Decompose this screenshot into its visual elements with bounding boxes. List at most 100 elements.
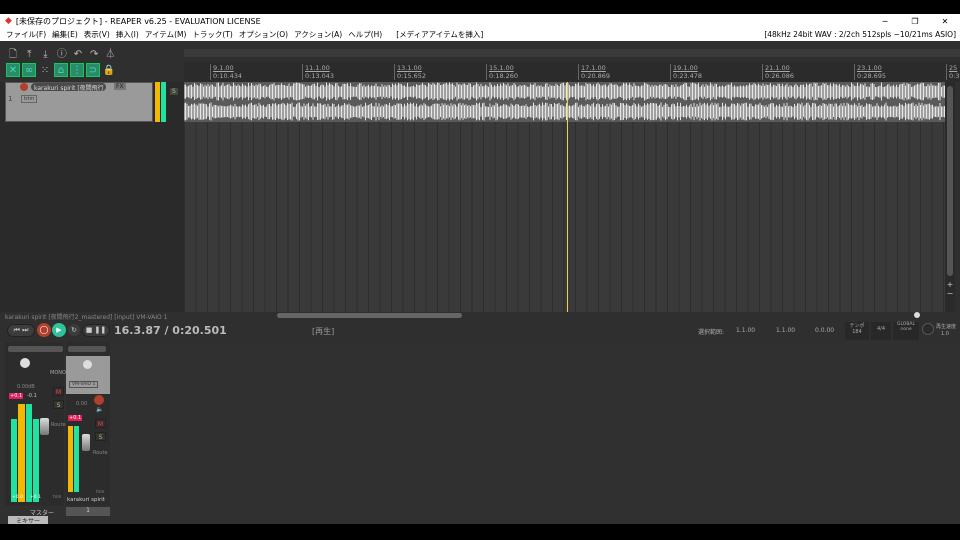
timeline-ruler[interactable]: 9.1.00 0:10.434 11.1.00 0:13.043 13.1.00 0:15…: [184, 62, 960, 82]
menu-help[interactable]: ヘルプ(H): [348, 29, 382, 40]
pan-knob[interactable]: [20, 358, 30, 368]
menu-file[interactable]: ファイル(F): [6, 29, 46, 40]
track-record-arm[interactable]: [94, 395, 104, 405]
close-button[interactable]: ✕: [930, 17, 960, 26]
envelope-points-icon[interactable]: ⌂: [54, 63, 68, 77]
track-solo-button[interactable]: S: [170, 88, 178, 95]
mono-label[interactable]: MONO: [50, 370, 66, 376]
menu-options[interactable]: オプション(O): [239, 29, 288, 40]
window-title: [未保存のプロジェクト] - REAPER v6.25 - EVALUATION…: [15, 16, 261, 26]
track-fx-button[interactable]: FX: [114, 83, 126, 90]
play-state: [再生]: [312, 327, 335, 336]
ruler-marker: 25 0:3: [946, 64, 959, 80]
zoom-in-icon[interactable]: +: [945, 280, 955, 289]
undo-icon[interactable]: ↶: [71, 47, 85, 61]
arrange-view[interactable]: [184, 82, 945, 312]
timeline-top-bar: [184, 49, 960, 57]
redo-icon[interactable]: ↷: [87, 47, 101, 61]
master-bottom-left: +0.0: [12, 495, 23, 500]
track-fader[interactable]: [82, 434, 90, 451]
trim-button[interactable]: trim: [21, 95, 38, 103]
tempo-value: 184: [852, 329, 862, 335]
ruler-marker: 23.1.00 0:28.695: [854, 64, 886, 80]
track-panel: 1 karakuri spirit [夜間飛行_ FX trim S: [0, 82, 184, 312]
menu-track[interactable]: トラック(T): [192, 29, 232, 40]
ripple-edit-icon[interactable]: ✕: [6, 63, 20, 77]
menu-item[interactable]: アイテム(M): [145, 29, 187, 40]
track-mute-button[interactable]: M: [95, 419, 106, 428]
save-project-icon[interactable]: ⤓: [38, 47, 52, 61]
master-peak-left: +0.1: [9, 393, 24, 399]
track-strip: VM-VAIO 1 0.00 +0.1 🔈 M S Route trim kar…: [66, 342, 110, 506]
master-volume-db: 0.00dB: [17, 384, 35, 390]
track-pan-knob[interactable]: [83, 360, 92, 369]
audio-status[interactable]: [48kHz 24bit WAV : 2/2ch 512spls ~10/21m…: [764, 30, 956, 39]
minimize-button[interactable]: ─: [870, 17, 900, 26]
tempo-label: テンポ: [849, 323, 865, 329]
grid-icon[interactable]: ⁙: [38, 63, 52, 77]
go-to-start-button[interactable]: ⏮ ⏭: [7, 324, 35, 337]
title-bar: ◆ [未保存のプロジェクト] - REAPER v6.25 - EVALUATI…: [0, 14, 960, 28]
playhead-cursor[interactable]: [566, 82, 568, 312]
reaper-logo-icon: ◆: [5, 16, 12, 26]
master-fx-bar[interactable]: [8, 346, 63, 352]
track-meter: [155, 82, 167, 122]
time-display[interactable]: 16.3.87 / 0:20.501: [114, 324, 227, 337]
ruler-marker: 13.1.00 0:15.652: [394, 64, 426, 80]
time-signature[interactable]: 4/4: [871, 322, 891, 340]
menu-actions[interactable]: アクション(A): [294, 29, 342, 40]
ruler-marker: 19.1.00 0:23.478: [670, 64, 702, 80]
menu-insert-media[interactable]: [メディアアイテムを挿入]: [396, 29, 483, 40]
track-mixer-name[interactable]: karakuri spirit: [67, 497, 105, 503]
master-fader[interactable]: [40, 418, 49, 435]
ruler-marker: 17.1.00 0:20.869: [578, 64, 610, 80]
project-settings-icon[interactable]: ⓘ: [55, 45, 69, 60]
stop-pause-button[interactable]: ■ ❚❚: [82, 324, 110, 337]
scroll-right-arrow[interactable]: [914, 312, 920, 318]
tempo-box[interactable]: テンポ 184: [845, 322, 869, 340]
loop-icon[interactable]: ⊃: [86, 63, 100, 77]
master-route-label[interactable]: Route: [51, 422, 66, 428]
ruler-marker: 9.1.00 0:10.434: [210, 64, 242, 80]
transport-bar: ⏮ ⏭ ◯ ▶ ↻ ■ ❚❚ 16.3.87 / 0:20.501 [再生] 選…: [0, 322, 960, 340]
snap-icon[interactable]: ⋮: [70, 63, 84, 77]
repeat-button[interactable]: ↻: [68, 324, 80, 336]
record-button[interactable]: ◯: [37, 323, 51, 337]
master-trim-label[interactable]: trim: [53, 494, 61, 499]
metronome-icon[interactable]: ⏃: [103, 45, 117, 60]
master-meter: [9, 404, 39, 502]
menu-edit[interactable]: 編集(E): [52, 29, 78, 40]
restore-button[interactable]: ❐: [900, 17, 930, 26]
master-mute-button[interactable]: M: [53, 387, 64, 396]
menu-view[interactable]: 表示(V): [84, 29, 110, 40]
track-route-label[interactable]: Route: [93, 450, 108, 456]
item-grouping-icon[interactable]: ∞: [22, 63, 36, 77]
track-meter-mixer: [68, 426, 80, 492]
selection-start[interactable]: 1.1.00: [736, 327, 755, 334]
mixer-tab[interactable]: ミキサー: [8, 516, 49, 525]
track-name[interactable]: karakuri spirit [夜間飛行_: [31, 83, 106, 91]
selection-length[interactable]: 0.0.00: [815, 327, 834, 334]
new-project-icon[interactable]: 🗋: [6, 48, 20, 62]
open-project-icon[interactable]: ⤒: [22, 47, 36, 61]
track-fx-bar[interactable]: [68, 346, 106, 352]
master-solo-button[interactable]: S: [53, 400, 64, 409]
zoom-out-icon[interactable]: −: [945, 289, 955, 298]
track-solo-button-mixer[interactable]: S: [95, 432, 106, 441]
selection-end[interactable]: 1.1.00: [776, 327, 795, 334]
playrate-knob[interactable]: [922, 323, 934, 335]
global-automation-box[interactable]: GLOBAL none: [893, 322, 919, 340]
global-mode: none: [900, 327, 912, 332]
media-item-waveform[interactable]: [184, 82, 945, 122]
record-arm-button[interactable]: [20, 83, 28, 91]
ruler-marker: 21.1.00 0:26.086: [762, 64, 794, 80]
track-header[interactable]: 1 karakuri spirit [夜間飛行_ FX trim: [5, 82, 153, 122]
track-trim-label[interactable]: trim: [96, 489, 104, 494]
menu-insert[interactable]: 挿入(I): [116, 29, 139, 40]
speaker-icon[interactable]: 🔈: [96, 406, 103, 413]
horizontal-scrollbar[interactable]: [277, 313, 462, 318]
track-input-label[interactable]: VM-VAIO 1: [69, 381, 99, 388]
vertical-scrollbar[interactable]: + −: [945, 82, 955, 312]
play-button[interactable]: ▶: [52, 323, 66, 337]
lock-icon[interactable]: 🔒: [102, 63, 116, 77]
